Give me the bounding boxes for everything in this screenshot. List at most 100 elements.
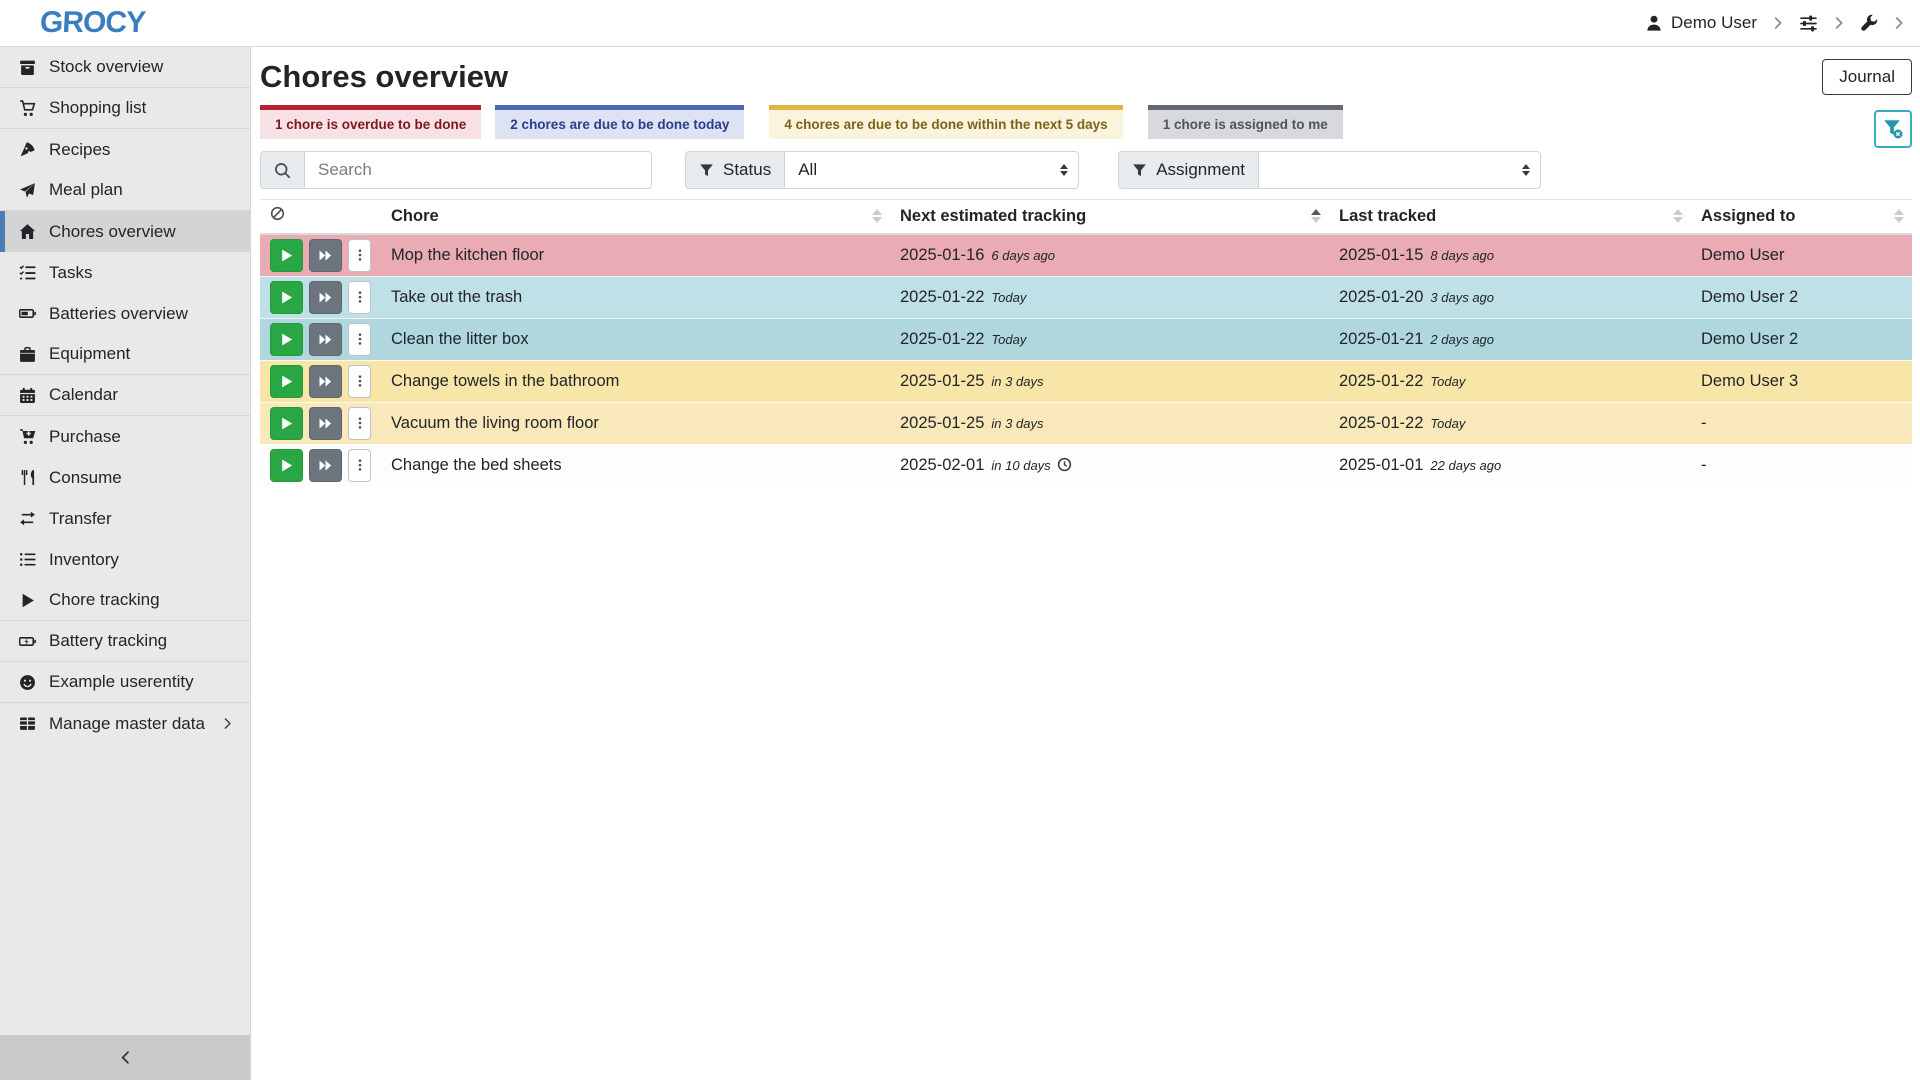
sidebar-item-tasks[interactable]: Tasks xyxy=(0,252,250,293)
column-header-label: Assigned to xyxy=(1701,207,1795,225)
assignment-filter-select[interactable] xyxy=(1258,151,1541,189)
next-tracking-relative: in 3 days xyxy=(991,374,1043,389)
next-tracking-relative: in 3 days xyxy=(991,416,1043,431)
next-tracking-cell: 2025-01-25 in 3 days xyxy=(890,402,1329,444)
table-row: Clean the litter box 2025-01-22Today 202… xyxy=(260,318,1912,360)
status-card-overdue[interactable]: 1 chore is overdue to be done xyxy=(260,105,481,139)
sidebar-item-stock-overview[interactable]: Stock overview xyxy=(0,47,250,88)
column-header-assigned-to[interactable]: Assigned to xyxy=(1691,200,1912,234)
user-menu-chevron-icon[interactable] xyxy=(1771,16,1785,30)
sidebar: Stock overview Shopping list Recipes Mea… xyxy=(0,47,251,1080)
sidebar-item-batteries-overview[interactable]: Batteries overview xyxy=(0,293,250,334)
table-row: Change the bed sheets 2025-02-01in 10 da… xyxy=(260,444,1912,486)
table-row: Take out the trash 2025-01-22Today 2025-… xyxy=(260,276,1912,318)
status-card-text: 4 chores are due to be done within the n… xyxy=(784,117,1107,132)
column-header-label: Chore xyxy=(391,207,439,225)
chore-row-menu-button[interactable] xyxy=(348,281,371,314)
sidebar-item-battery-tracking[interactable]: Battery tracking xyxy=(0,621,250,662)
chore-row-menu-button[interactable] xyxy=(348,239,371,272)
smiley-icon xyxy=(17,674,37,691)
skip-chore-button[interactable] xyxy=(309,449,342,482)
skip-chore-button[interactable] xyxy=(309,407,342,440)
sidebar-item-label: Stock overview xyxy=(49,57,163,77)
settings-menu-chevron-icon[interactable] xyxy=(1832,16,1846,30)
admin-menu[interactable] xyxy=(1860,14,1878,32)
sidebar-item-meal-plan[interactable]: Meal plan xyxy=(0,170,250,211)
settings-menu[interactable] xyxy=(1799,14,1818,33)
sidebar-item-label: Chore tracking xyxy=(49,590,160,610)
sort-arrows-icon[interactable] xyxy=(1311,209,1321,223)
chevron-right-icon xyxy=(221,717,234,730)
status-card-due-today[interactable]: 2 chores are due to be done today xyxy=(495,105,744,139)
sidebar-item-transfer[interactable]: Transfer xyxy=(0,498,250,539)
sort-arrows-icon[interactable] xyxy=(1894,209,1904,223)
status-cards-row: 1 chore is overdue to be done 2 chores a… xyxy=(260,105,1912,139)
column-header-chore[interactable]: Chore xyxy=(381,200,890,234)
sidebar-collapse-button[interactable] xyxy=(0,1035,250,1080)
sidebar-item-purchase[interactable]: Purchase xyxy=(0,416,250,457)
skip-chore-button[interactable] xyxy=(309,281,342,314)
next-tracking-date: 2025-01-25 xyxy=(900,414,984,432)
skip-chore-button[interactable] xyxy=(309,365,342,398)
sidebar-item-calendar[interactable]: Calendar xyxy=(0,375,250,416)
journal-button[interactable]: Journal xyxy=(1822,59,1912,95)
sidebar-item-inventory[interactable]: Inventory xyxy=(0,539,250,580)
chore-row-menu-button[interactable] xyxy=(348,365,371,398)
main-content: Chores overview Journal 1 chore is overd… xyxy=(251,47,1920,486)
sidebar-item-label: Batteries overview xyxy=(49,304,188,324)
search-icon xyxy=(260,151,304,189)
home-icon xyxy=(17,223,37,240)
chore-row-menu-button[interactable] xyxy=(348,407,371,440)
sidebar-item-label: Inventory xyxy=(49,550,119,570)
clear-filters-button[interactable] xyxy=(1874,110,1912,148)
chore-name: Change the bed sheets xyxy=(391,456,562,474)
track-chore-button[interactable] xyxy=(270,449,303,482)
next-tracking-relative: Today xyxy=(991,290,1026,305)
chore-name: Vacuum the living room floor xyxy=(391,414,599,432)
sidebar-item-label: Battery tracking xyxy=(49,631,167,651)
sidebar-item-recipes[interactable]: Recipes xyxy=(0,129,250,170)
track-chore-button[interactable] xyxy=(270,323,303,356)
sort-arrows-icon[interactable] xyxy=(1673,209,1683,223)
track-chore-button[interactable] xyxy=(270,239,303,272)
sidebar-item-chores-overview[interactable]: Chores overview xyxy=(0,211,250,252)
track-chore-button[interactable] xyxy=(270,407,303,440)
sidebar-item-manage-master-data[interactable]: Manage master data xyxy=(0,703,250,744)
last-tracked-relative: 3 days ago xyxy=(1430,290,1494,305)
status-card-text: 1 chore is overdue to be done xyxy=(275,117,466,132)
grocy-logo[interactable]: GROCY xyxy=(39,6,146,40)
status-card-due-soon[interactable]: 4 chores are due to be done within the n… xyxy=(769,105,1122,139)
play-icon xyxy=(17,592,37,609)
sort-arrows-icon[interactable] xyxy=(872,209,882,223)
search-input[interactable] xyxy=(304,151,652,189)
sidebar-item-shopping-list[interactable]: Shopping list xyxy=(0,88,250,129)
assigned-to-cell: Demo User 2 xyxy=(1691,318,1912,360)
sidebar-item-consume[interactable]: Consume xyxy=(0,457,250,498)
user-menu[interactable]: Demo User xyxy=(1645,13,1757,33)
status-card-assigned[interactable]: 1 chore is assigned to me xyxy=(1148,105,1343,139)
chore-name-cell: Mop the kitchen floor xyxy=(381,234,890,277)
pizza-slice-icon xyxy=(17,141,37,158)
battery-bolt-icon xyxy=(17,633,37,650)
table-icon xyxy=(17,715,37,732)
wrench-icon xyxy=(1860,14,1878,32)
track-chore-button[interactable] xyxy=(270,281,303,314)
admin-menu-chevron-icon[interactable] xyxy=(1892,16,1906,30)
sidebar-item-chore-tracking[interactable]: Chore tracking xyxy=(0,580,250,621)
list-check-icon xyxy=(17,264,37,281)
status-filter-select[interactable]: All xyxy=(784,151,1079,189)
column-header-next-estimated-tracking[interactable]: Next estimated tracking xyxy=(890,200,1329,234)
cart-icon xyxy=(17,100,37,117)
status-card-text: 1 chore is assigned to me xyxy=(1163,117,1328,132)
sidebar-item-example-userentity[interactable]: Example userentity xyxy=(0,662,250,703)
skip-chore-button[interactable] xyxy=(309,239,342,272)
chore-row-menu-button[interactable] xyxy=(348,323,371,356)
assignment-filter-group: Assignment xyxy=(1118,151,1541,189)
sidebar-item-label: Consume xyxy=(49,468,122,488)
skip-chore-button[interactable] xyxy=(309,323,342,356)
track-chore-button[interactable] xyxy=(270,365,303,398)
chore-row-menu-button[interactable] xyxy=(348,449,371,482)
search-group xyxy=(260,151,652,189)
sidebar-item-equipment[interactable]: Equipment xyxy=(0,334,250,375)
column-header-last-tracked[interactable]: Last tracked xyxy=(1329,200,1691,234)
